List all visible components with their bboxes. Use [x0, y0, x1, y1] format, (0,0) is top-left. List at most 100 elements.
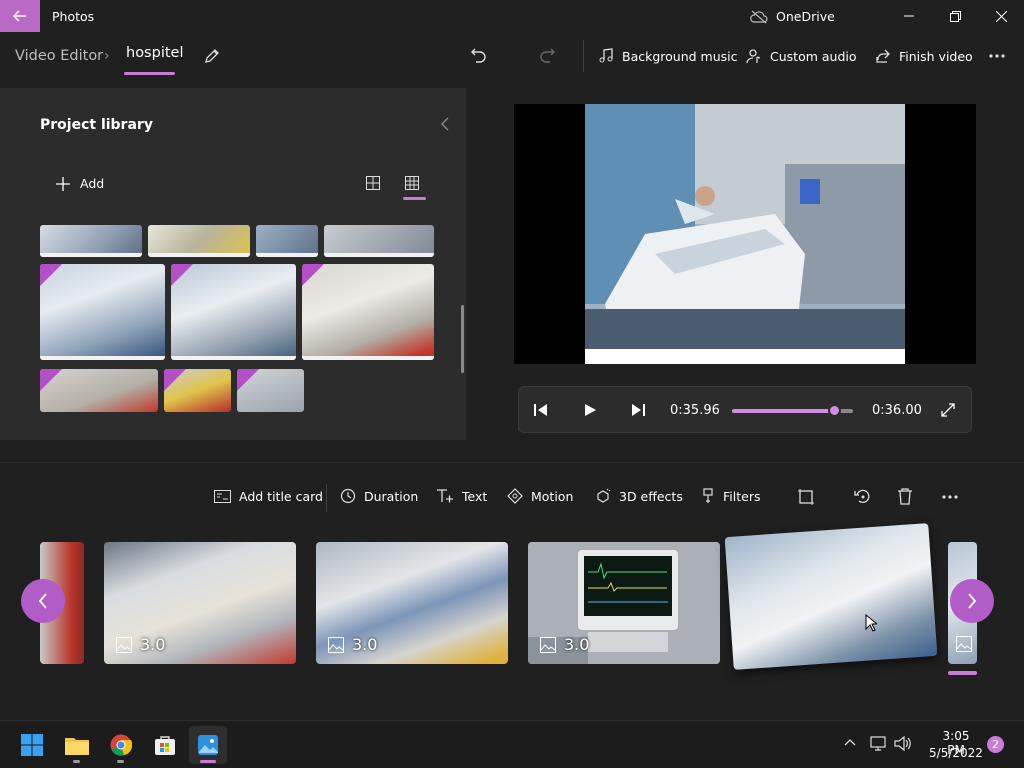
- storyboard-clip[interactable]: 3.0: [104, 542, 296, 664]
- 3d-effects-button[interactable]: 3D effects: [595, 488, 683, 504]
- onedrive-status[interactable]: OneDrive: [750, 9, 835, 24]
- trash-icon: [898, 488, 912, 505]
- finish-video-button[interactable]: Finish video: [875, 48, 973, 64]
- clock-date[interactable]: 5/5/2022: [927, 746, 985, 760]
- maximize-button[interactable]: [932, 0, 978, 32]
- storyboard-clip-dragging[interactable]: [724, 523, 938, 670]
- title-bar: [0, 0, 1024, 32]
- motion-button[interactable]: Motion: [507, 488, 573, 504]
- clip-duration-value: 3.0: [140, 635, 166, 654]
- more-options-button[interactable]: [988, 49, 1006, 63]
- clip-duration: 3.0: [540, 635, 589, 654]
- running-indicator: [73, 760, 80, 763]
- library-thumbnail[interactable]: [164, 369, 231, 412]
- scroll-left-button[interactable]: [21, 579, 65, 623]
- collapse-library-button[interactable]: [440, 117, 450, 131]
- plus-icon: [56, 176, 70, 191]
- library-thumbnail[interactable]: [40, 369, 158, 412]
- seek-thumb[interactable]: [827, 404, 841, 417]
- filters-button[interactable]: Filters: [701, 488, 760, 504]
- volume-button[interactable]: [894, 736, 912, 751]
- motion-icon: [507, 488, 523, 504]
- custom-audio-button[interactable]: Custom audio: [746, 48, 857, 64]
- add-title-card-label: Add title card: [239, 489, 323, 504]
- notification-badge[interactable]: 2: [987, 736, 1004, 753]
- network-button[interactable]: [870, 736, 887, 751]
- undo-button[interactable]: [470, 47, 488, 65]
- large-thumbnails-button[interactable]: [366, 176, 380, 190]
- crop-button[interactable]: [798, 489, 814, 505]
- next-frame-button[interactable]: [631, 403, 645, 417]
- small-thumbnails-button[interactable]: [405, 176, 419, 190]
- scroll-right-button[interactable]: [950, 579, 994, 623]
- speaker-icon: [894, 736, 911, 751]
- library-thumbnail[interactable]: [302, 264, 434, 360]
- 3d-effects-icon: [597, 488, 611, 503]
- library-thumbnail[interactable]: [237, 369, 304, 412]
- close-button[interactable]: [978, 0, 1024, 32]
- chevron-left-icon: [441, 117, 449, 131]
- more-tools-button[interactable]: [941, 491, 959, 503]
- arrow-left-icon: [12, 10, 26, 22]
- redo-button[interactable]: [538, 47, 556, 65]
- running-indicator: [117, 760, 124, 763]
- taskbar-file-explorer[interactable]: [58, 726, 96, 764]
- photos-icon: [198, 735, 218, 755]
- rename-button[interactable]: [203, 47, 221, 65]
- current-time: 0:35.96: [670, 403, 720, 418]
- taskbar-chrome[interactable]: [102, 726, 140, 764]
- taskbar-photos[interactable]: [189, 726, 227, 764]
- image-icon: [956, 636, 972, 652]
- previous-frame-button[interactable]: [534, 403, 548, 417]
- library-thumbnail[interactable]: [324, 225, 434, 257]
- windows-logo-icon: [21, 734, 43, 756]
- used-indicator: [40, 253, 142, 257]
- library-scrollbar[interactable]: [461, 305, 464, 373]
- clip-duration: 3.0: [116, 635, 165, 654]
- clip-duration: 3.0: [328, 635, 377, 654]
- library-thumbnail[interactable]: [148, 225, 250, 257]
- fullscreen-button[interactable]: [941, 403, 955, 417]
- start-button[interactable]: [13, 726, 51, 764]
- text-icon: [437, 489, 453, 503]
- filters-label: Filters: [723, 488, 761, 504]
- show-hidden-icons-button[interactable]: [844, 738, 856, 746]
- add-media-button[interactable]: Add: [56, 176, 104, 191]
- library-thumbnail[interactable]: [256, 225, 318, 257]
- image-icon: [328, 636, 344, 653]
- library-thumbnail[interactable]: [171, 264, 296, 360]
- minimize-button[interactable]: [886, 0, 932, 32]
- toolbar-divider: [583, 40, 584, 72]
- used-indicator: [171, 356, 296, 360]
- library-thumbnail[interactable]: [40, 225, 142, 257]
- restore-icon: [949, 10, 961, 22]
- rotate-icon: [854, 489, 870, 504]
- preview-frame: [585, 104, 905, 364]
- library-thumbnail[interactable]: [40, 264, 165, 360]
- image-icon: [116, 636, 132, 653]
- text-button[interactable]: Text: [436, 488, 487, 504]
- background-music-button[interactable]: Background music: [598, 48, 738, 64]
- clock-icon: [340, 488, 356, 504]
- duration-button[interactable]: Duration: [340, 488, 418, 504]
- storyboard-clip[interactable]: 3.0: [316, 542, 508, 664]
- chevron-up-icon: [844, 739, 856, 746]
- 3d-effects-label: 3D effects: [619, 488, 683, 504]
- back-button[interactable]: [0, 0, 40, 32]
- chevron-right-icon: [968, 593, 977, 609]
- taskbar-store[interactable]: [146, 726, 184, 764]
- delete-button[interactable]: [897, 488, 913, 505]
- storyboard-clip[interactable]: 3.0: [528, 542, 720, 664]
- pencil-icon: [205, 49, 219, 63]
- breadcrumb-video-editor[interactable]: Video Editor: [15, 48, 103, 64]
- selected-tag: [164, 369, 186, 391]
- play-button[interactable]: [583, 403, 597, 417]
- step-back-icon: [534, 404, 547, 416]
- preview-image: [585, 104, 905, 364]
- rotate-button[interactable]: [854, 488, 871, 505]
- title-card-icon: [214, 490, 231, 503]
- add-title-card-button[interactable]: Add title card: [214, 489, 323, 504]
- finish-video-label: Finish video: [899, 48, 973, 64]
- total-time: 0:36.00: [872, 403, 922, 418]
- filter-icon: [703, 488, 713, 503]
